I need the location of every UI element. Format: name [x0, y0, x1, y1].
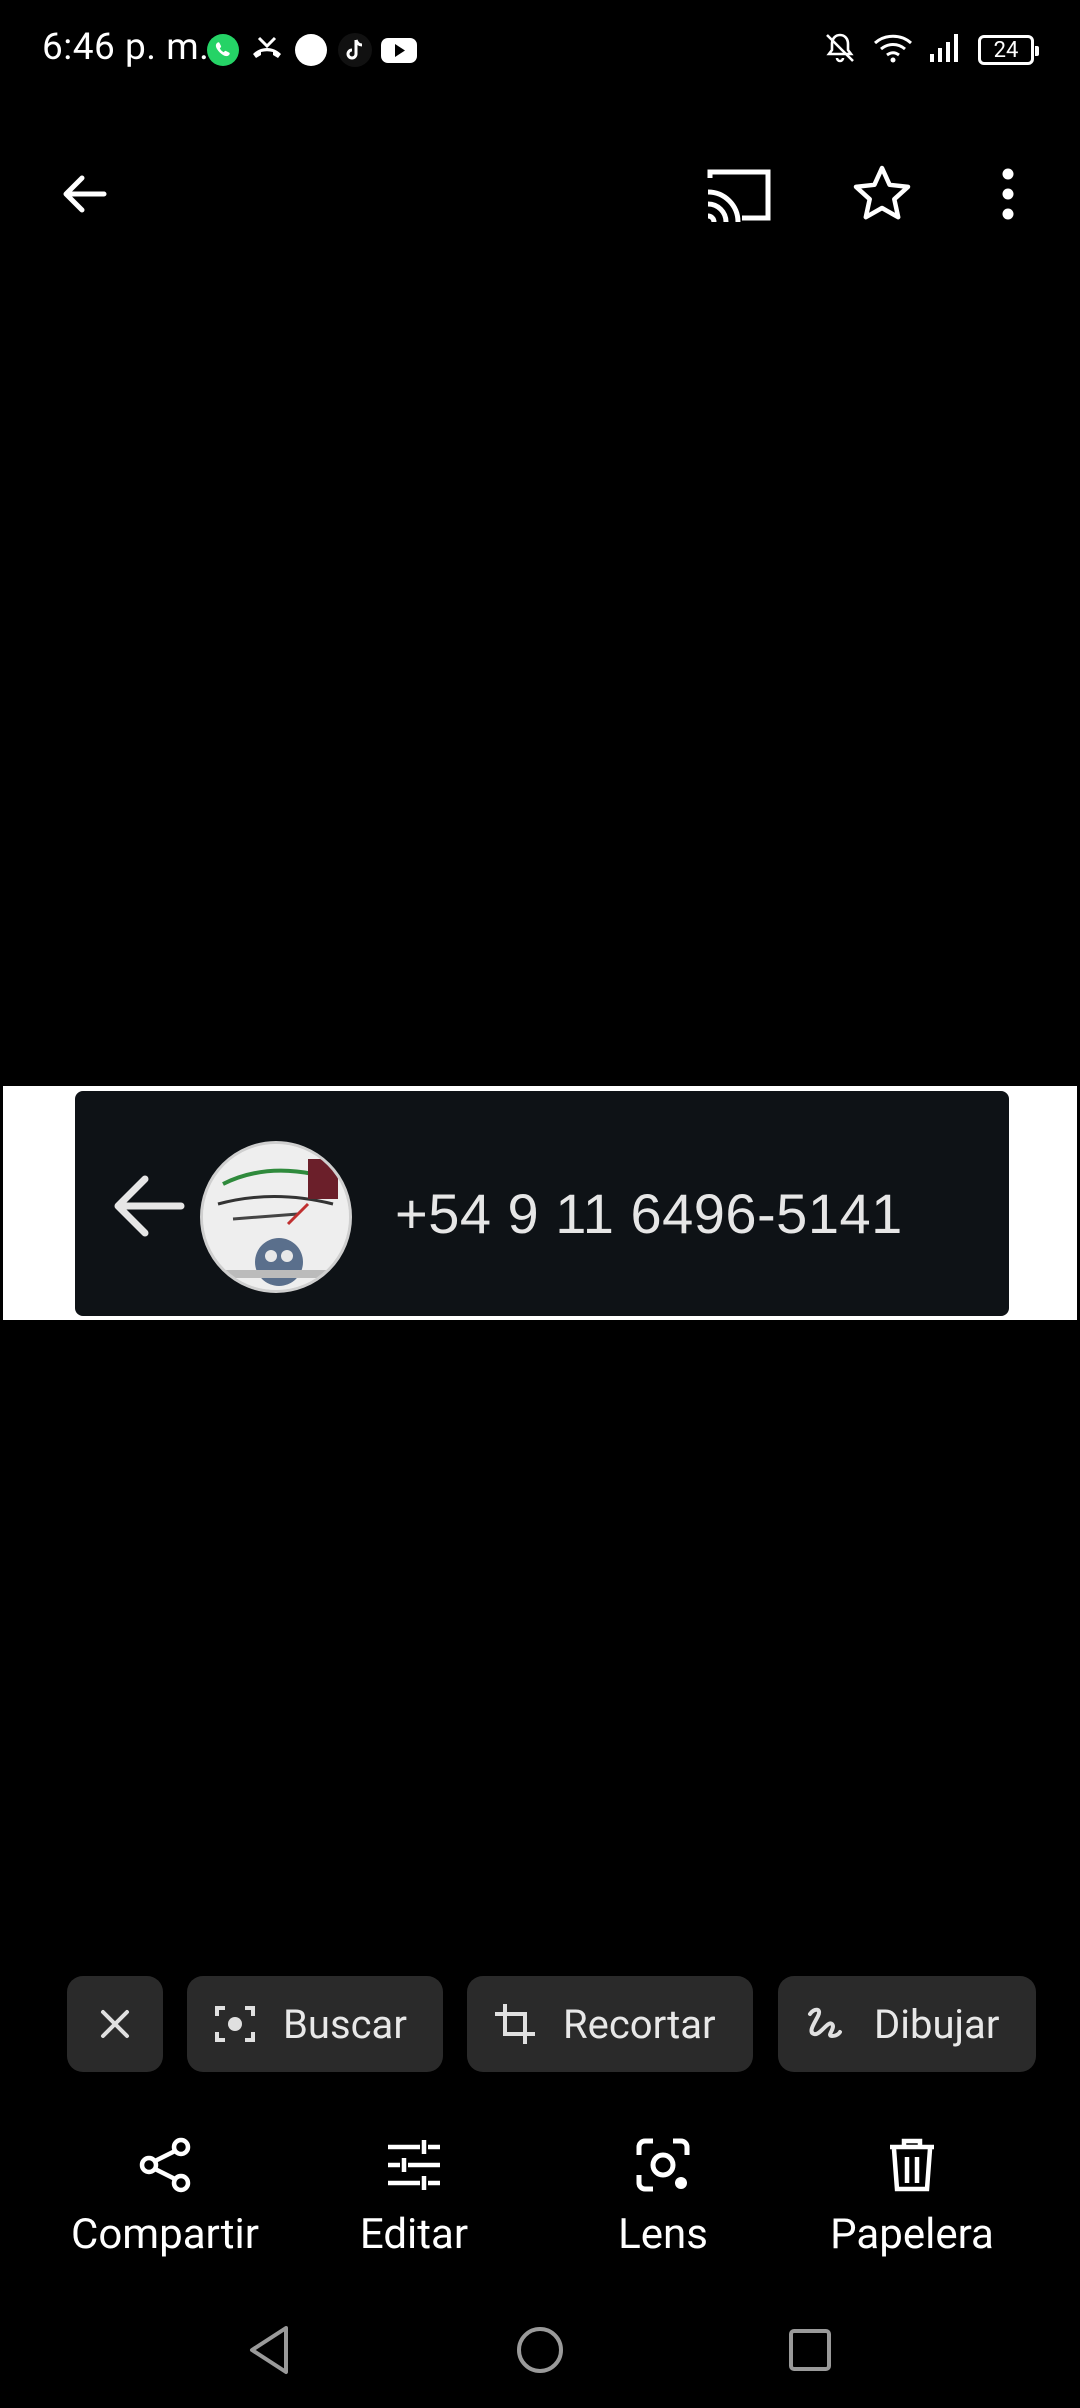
tune-icon — [379, 2130, 449, 2200]
signal-icon — [928, 30, 964, 70]
wifi-icon — [872, 30, 914, 70]
back-button[interactable] — [36, 146, 132, 242]
system-navigation-bar — [0, 2310, 1080, 2390]
top-app-bar — [0, 140, 1080, 250]
back-arrow-icon — [63, 175, 107, 213]
trash-button[interactable]: Papelera — [782, 2130, 1042, 2280]
tiktok-icon — [336, 31, 374, 69]
nav-home-button[interactable] — [500, 2310, 580, 2390]
star-icon — [853, 165, 911, 220]
draw-chip-label: Dibujar — [874, 2000, 1000, 2048]
system-status-icons: 24 — [822, 30, 1039, 70]
favorite-button[interactable] — [834, 146, 930, 242]
edit-button[interactable]: Editar — [284, 2130, 544, 2280]
close-chip-button[interactable] — [67, 1976, 163, 2072]
share-button[interactable]: Compartir — [35, 2130, 295, 2280]
battery-icon: 24 — [978, 35, 1039, 65]
bottom-action-bar: Compartir Editar Lens Papelera — [0, 2130, 1080, 2280]
suggestion-chips: Buscar Recortar Dibujar — [0, 1976, 1080, 2072]
search-chip-button[interactable]: Buscar — [187, 1976, 443, 2072]
draw-icon — [802, 2000, 850, 2048]
draw-chip-button[interactable]: Dibujar — [778, 1976, 1036, 2072]
crop-chip-label: Recortar — [563, 2000, 716, 2048]
cast-icon — [707, 169, 771, 223]
contact-avatar — [200, 1141, 352, 1293]
youtube-icon — [380, 31, 418, 69]
notification-icons — [204, 30, 418, 70]
trash-icon — [877, 2130, 947, 2200]
photo-back-arrow-icon — [109, 1171, 185, 1245]
more-options-button[interactable] — [960, 146, 1056, 242]
nav-home-icon — [517, 2327, 563, 2373]
nav-recents-button[interactable] — [770, 2310, 850, 2390]
share-icon — [130, 2130, 200, 2200]
photo-chat-header: +54 9 11 6496-5141 — [75, 1091, 1009, 1316]
whatsapp-icon — [204, 31, 242, 69]
crop-chip-button[interactable]: Recortar — [467, 1976, 753, 2072]
dot-icon — [292, 31, 330, 69]
lens-search-icon — [211, 2000, 259, 2048]
status-time: 6:46 p. m. — [42, 26, 210, 69]
nav-recents-icon — [789, 2329, 831, 2371]
trash-label: Papelera — [830, 2210, 994, 2259]
nav-back-icon — [250, 2326, 288, 2374]
more-vert-icon — [1002, 168, 1014, 220]
contact-phone-number: +54 9 11 6496-5141 — [395, 1182, 903, 1245]
mute-bell-icon — [822, 30, 858, 70]
close-icon — [101, 2010, 129, 2038]
share-label: Compartir — [71, 2210, 259, 2259]
crop-icon — [491, 2000, 539, 2048]
missed-call-icon — [248, 31, 286, 69]
photo-viewer-image[interactable]: +54 9 11 6496-5141 — [3, 1086, 1077, 1320]
cast-button[interactable] — [690, 146, 786, 242]
battery-level: 24 — [993, 37, 1019, 63]
nav-back-button[interactable] — [230, 2310, 310, 2390]
edit-label: Editar — [359, 2210, 469, 2259]
lens-icon — [628, 2130, 698, 2200]
lens-label: Lens — [618, 2210, 708, 2259]
status-bar: 6:46 p. m. 24 — [0, 0, 1080, 100]
search-chip-label: Buscar — [283, 2000, 407, 2048]
lens-button[interactable]: Lens — [533, 2130, 793, 2280]
